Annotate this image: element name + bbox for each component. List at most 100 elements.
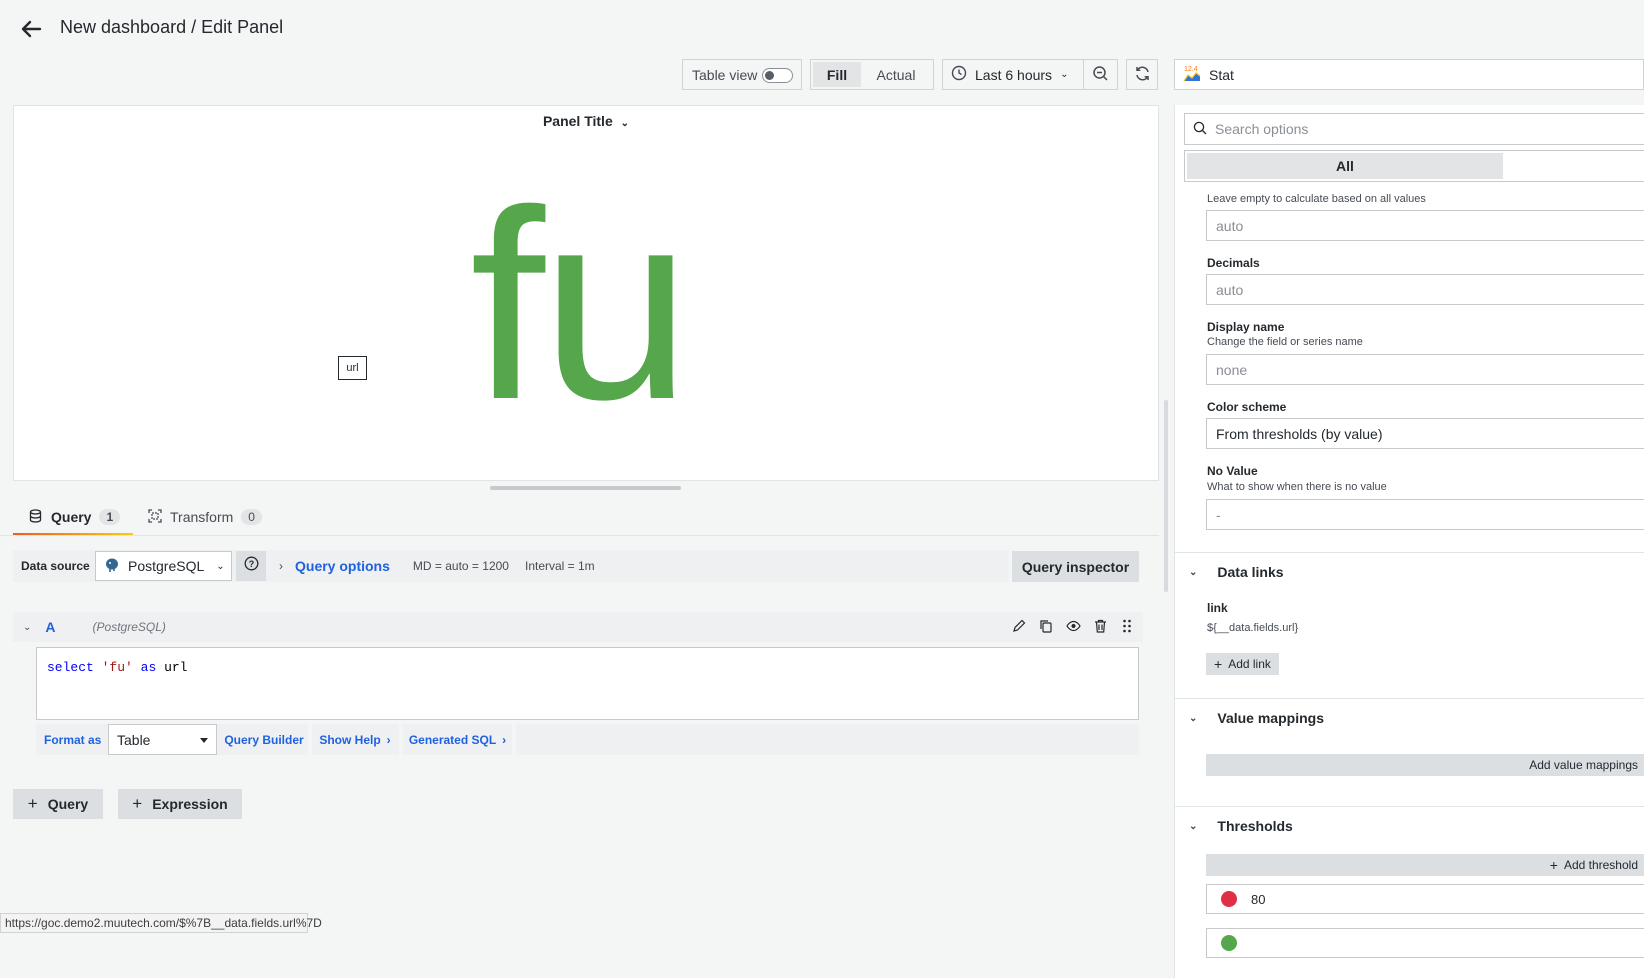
display-name-input[interactable]: none [1206,354,1644,385]
add-link-label: Add link [1228,657,1271,671]
footer-separator [512,724,516,755]
query-builder-button[interactable]: Query Builder [221,724,307,755]
clock-icon [951,65,967,84]
stat-viz-icon-text: 12.4 [1184,66,1198,73]
data-links-section-header[interactable]: ⌄ Data links [1189,562,1284,582]
plus-icon: + [1549,857,1558,873]
add-threshold-button[interactable]: + Add threshold [1206,854,1644,876]
add-expression-button[interactable]: + Expression [118,789,242,819]
sql-editor[interactable]: select 'fu' as url [36,647,1139,720]
table-view-toggle[interactable]: Table view [682,59,802,90]
fill-button[interactable]: Fill [813,62,861,87]
tab-transform[interactable]: Transform 0 [146,500,286,534]
decimals-input[interactable]: auto [1206,274,1644,305]
no-value-input[interactable]: - [1206,499,1644,530]
page-title: New dashboard / Edit Panel [60,17,284,37]
query-options-label: Query options [295,558,390,574]
add-link-button[interactable]: + Add link [1206,653,1279,675]
link-tooltip: url [338,356,367,380]
copy-icon[interactable] [1038,618,1054,634]
add-expression-label: Expression [152,796,228,812]
collapse-chevron-icon[interactable]: ⌄ [23,622,31,633]
add-value-mappings-button[interactable]: Add value mappings [1206,754,1644,776]
datasource-label: Data source [21,559,90,573]
search-options-input[interactable]: Search options [1184,113,1644,145]
chevron-down-icon: ⌄ [1189,566,1198,578]
chevron-right-icon: › [279,559,283,573]
chevron-down-icon: ⌄ [1189,820,1198,832]
status-bar-url: https://goc.demo2.muutech.com/$%7B__data… [0,913,322,933]
threshold-color-swatch[interactable] [1221,891,1237,907]
pencil-icon[interactable] [1011,618,1027,634]
top-bar: New dashboard / Edit Panel [0,0,1644,56]
filter-all-button[interactable]: All [1187,153,1503,179]
panel-title[interactable]: Panel Title ⌄ [14,113,1158,129]
format-as-label: Format as [44,732,102,747]
query-row-actions [1011,618,1135,634]
visualization-picker[interactable]: 12.4 Stat [1174,59,1644,90]
pane-splitter[interactable] [490,486,681,490]
thresholds-title: Thresholds [1217,818,1293,834]
back-arrow-icon[interactable] [18,16,44,42]
tab-query-count: 1 [99,509,121,525]
data-link-title[interactable]: link [1207,601,1228,615]
actual-button[interactable]: Actual [861,62,931,87]
zoom-out-button[interactable] [1083,59,1118,90]
add-threshold-label: Add threshold [1563,858,1638,872]
tab-transform-count: 0 [241,509,262,525]
display-name-hint: Change the field or series name [1207,336,1363,348]
max-data-points: MD = auto = 1200 [412,559,509,573]
threshold-base[interactable] [1206,928,1644,958]
query-options-toggle[interactable]: › Query options MD = auto = 1200 Interva… [279,550,595,582]
time-range-picker[interactable]: Last 6 hours ⌄ [942,59,1084,90]
threshold-value: 80 [1251,891,1266,907]
calculation-fields-input[interactable]: auto [1206,210,1644,241]
no-value-hint: What to show when there is no value [1207,481,1387,493]
datasource-row: Data source PostgreSQL ⌄ ? › Query optio… [13,550,1009,582]
trash-icon[interactable] [1092,618,1108,634]
decimals-label: Decimals [1207,256,1260,270]
visualization-name: Stat [1209,66,1234,83]
query-footer: Format as Table Query Builder Show Help … [36,724,1139,755]
question-circle-icon: ? [244,556,259,576]
sql-string: 'fu' [101,660,133,675]
search-placeholder: Search options [1215,121,1309,137]
tab-transform-label: Transform [170,509,234,525]
value-mappings-section-header[interactable]: ⌄ Value mappings [1189,708,1324,728]
search-icon [1193,121,1207,138]
show-help-button[interactable]: Show Help › [312,724,398,755]
options-filter: All [1184,150,1644,182]
query-ref-id[interactable]: A [45,619,55,635]
caret-down-icon [200,738,208,743]
drag-handle-icon[interactable] [1119,618,1135,634]
add-query-button[interactable]: + Query [13,789,103,819]
generated-sql-button[interactable]: Generated SQL › [403,724,512,755]
tab-query-label: Query [51,509,92,525]
threshold-base-color-swatch[interactable] [1221,935,1237,951]
table-view-label: Table view [692,66,758,83]
format-as-select[interactable]: Table [108,724,217,755]
tab-query[interactable]: Query 1 [13,500,133,536]
datasource-help-button[interactable]: ? [236,551,266,581]
toggle-switch[interactable] [762,68,793,83]
sql-keyword: select [47,660,94,675]
thresholds-section-header[interactable]: ⌄ Thresholds [1189,816,1293,836]
transform-icon [148,508,162,526]
eye-icon[interactable] [1065,618,1081,634]
value-mappings-title: Value mappings [1217,710,1324,726]
threshold-step[interactable]: 80 [1206,884,1644,914]
database-icon [29,508,42,526]
chevron-down-icon: ⌄ [1060,69,1069,80]
scrollbar[interactable] [1164,400,1168,592]
query-inspector-button[interactable]: Query inspector [1012,551,1139,582]
color-scheme-label: Color scheme [1207,400,1287,414]
query-datasource-name: (PostgreSQL) [92,620,166,634]
panel-title-text: Panel Title [542,113,613,129]
datasource-picker[interactable]: PostgreSQL ⌄ [95,551,232,581]
color-scheme-select[interactable]: From thresholds (by value) [1206,418,1644,449]
stat-value[interactable]: fu [470,166,691,446]
generated-sql-label: Generated SQL [408,732,497,747]
panel-preview: Panel Title ⌄ fu url [13,105,1159,481]
show-help-label: Show Help [319,732,381,747]
refresh-button[interactable] [1126,59,1158,90]
